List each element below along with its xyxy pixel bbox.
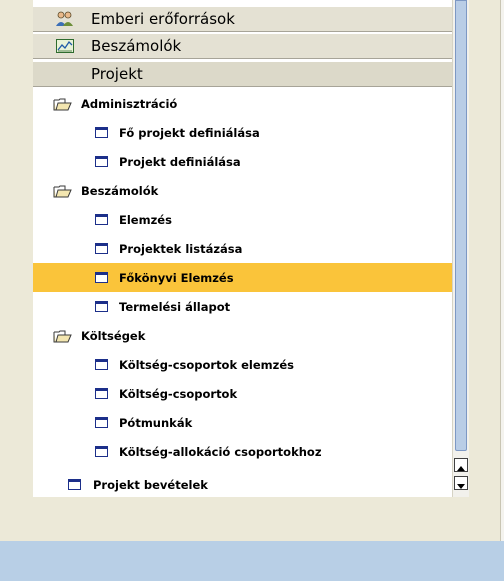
- tree-item-fokonyvi-elemzes-selected[interactable]: Főkönyvi Elemzés: [33, 263, 452, 292]
- tree-item-potmunkak[interactable]: Pótmunkák: [33, 408, 452, 437]
- form-icon: [95, 214, 108, 225]
- tree-item-projekt-bevetelek[interactable]: Projekt bevételek: [33, 470, 452, 499]
- form-icon: [95, 127, 108, 138]
- module-label: Projekt: [91, 65, 143, 83]
- tree-folder-label: Költségek: [81, 328, 146, 343]
- module-projekt[interactable]: Projekt: [33, 61, 452, 87]
- scroll-down-button[interactable]: [454, 476, 468, 490]
- tree-item-termelesi-allapot[interactable]: Termelési állapot: [33, 292, 452, 321]
- form-icon: [95, 272, 108, 283]
- tree-folder-label: Adminisztráció: [81, 96, 178, 111]
- tree-item-koltseg-allokacio-csoportokhoz[interactable]: Költség-allokáció csoportokhoz: [33, 437, 452, 466]
- panel-border: [500, 0, 504, 541]
- module-label: Beszámolók: [91, 37, 182, 55]
- tree-item-label: Főkönyvi Elemzés: [119, 270, 234, 285]
- tree-item-label: Projektek listázása: [119, 241, 243, 256]
- scroll-up-button[interactable]: [454, 458, 468, 472]
- open-folder-icon: [53, 329, 73, 343]
- tree-item-label: Pótmunkák: [119, 415, 193, 430]
- tree-folder-koltsegek[interactable]: Költségek: [33, 321, 452, 350]
- tree-item-label: Fő projekt definiálása: [119, 125, 260, 140]
- tree-item-label: Költség-allokáció csoportokhoz: [119, 444, 322, 459]
- form-icon: [95, 446, 108, 457]
- tree-item-label: Költség-csoportok: [119, 386, 238, 401]
- open-folder-icon: [53, 97, 73, 111]
- tree-item-projekt-definialasa[interactable]: Projekt definiálása: [33, 147, 452, 176]
- tree-folder-label: Beszámolók: [81, 183, 159, 198]
- vertical-scrollbar[interactable]: [452, 0, 469, 497]
- module-emberi-eroforrasok[interactable]: Emberi erőforrások: [33, 6, 452, 32]
- tree-item-koltseg-csoportok[interactable]: Költség-csoportok: [33, 379, 452, 408]
- people-icon: [53, 9, 77, 29]
- module-label: Emberi erőforrások: [91, 10, 235, 28]
- form-icon: [95, 156, 108, 167]
- form-icon: [95, 359, 108, 370]
- module-beszamolok[interactable]: Beszámolók: [33, 33, 452, 59]
- report-chart-icon: [53, 36, 77, 56]
- navigation-panel: Emberi erőforrások Beszámolók Projekt Ad…: [0, 0, 504, 541]
- arrow-up-icon: [457, 456, 465, 475]
- tree-item-projektek-listazasa[interactable]: Projektek listázása: [33, 234, 452, 263]
- tree-item-koltseg-csoportok-elemzes[interactable]: Költség-csoportok elemzés: [33, 350, 452, 379]
- tree-item-elemzes[interactable]: Elemzés: [33, 205, 452, 234]
- open-folder-icon: [53, 184, 73, 198]
- form-icon: [95, 417, 108, 428]
- tree-item-label: Termelési állapot: [119, 299, 231, 314]
- tree-folder-beszamolok[interactable]: Beszámolók: [33, 176, 452, 205]
- arrow-down-icon: [457, 474, 465, 493]
- tree-item-label: Projekt definiálása: [119, 154, 241, 169]
- tree-item-label: Projekt bevételek: [93, 477, 208, 492]
- form-icon: [68, 479, 81, 490]
- scrollbar-thumb[interactable]: [455, 0, 467, 451]
- tree-folder-adminisztracio[interactable]: Adminisztráció: [33, 89, 452, 118]
- tree-item-label: Költség-csoportok elemzés: [119, 357, 294, 372]
- form-icon: [95, 388, 108, 399]
- tree-item-fo-projekt-definialasa[interactable]: Fő projekt definiálása: [33, 118, 452, 147]
- tree-item-label: Elemzés: [119, 212, 172, 227]
- form-icon: [95, 301, 108, 312]
- form-icon: [95, 243, 108, 254]
